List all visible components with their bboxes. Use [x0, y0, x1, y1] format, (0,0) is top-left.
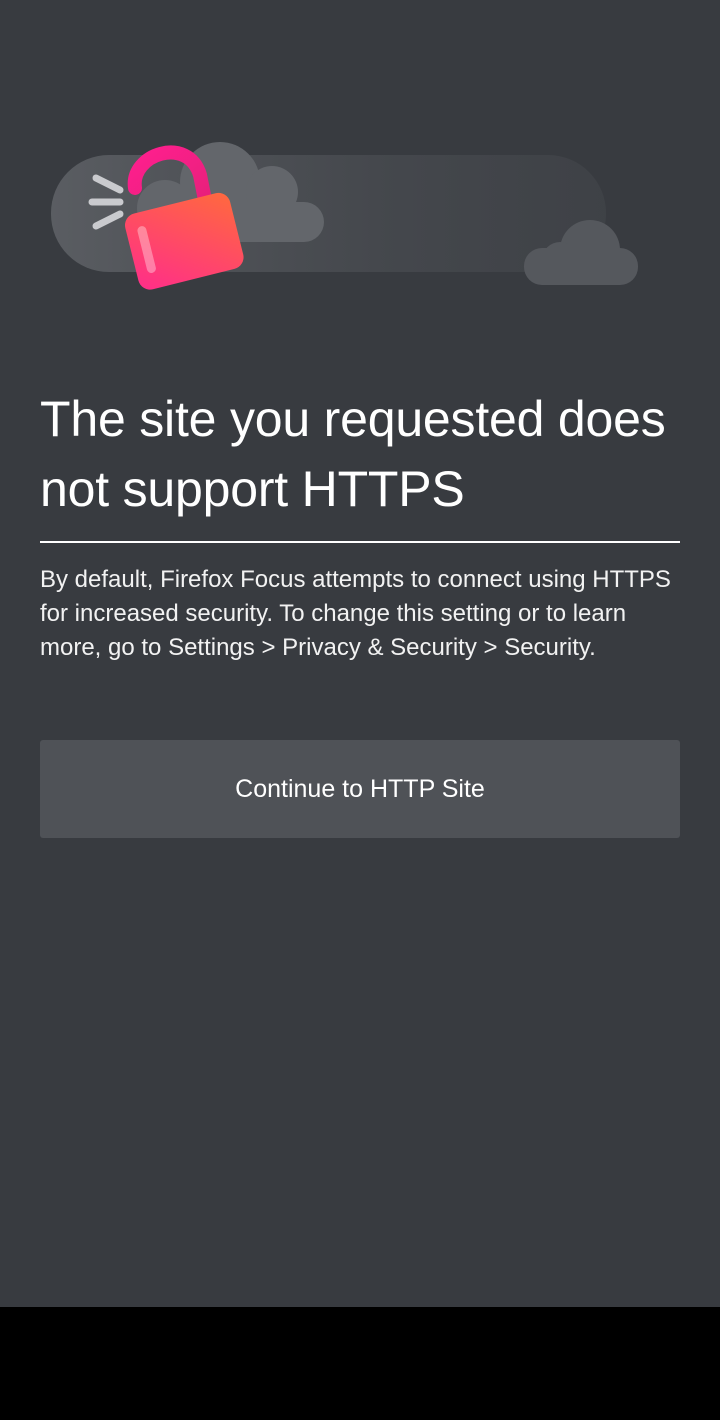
- title-divider: [40, 541, 680, 543]
- error-title: The site you requested does not support …: [40, 391, 666, 517]
- navigation-bar-area: [0, 1307, 720, 1420]
- https-only-error-page: The site you requested does not support …: [0, 0, 720, 1307]
- https-error-illustration: [40, 130, 680, 300]
- continue-to-http-site-button[interactable]: Continue to HTTP Site: [40, 740, 680, 838]
- error-description: By default, Firefox Focus attempts to co…: [40, 566, 671, 661]
